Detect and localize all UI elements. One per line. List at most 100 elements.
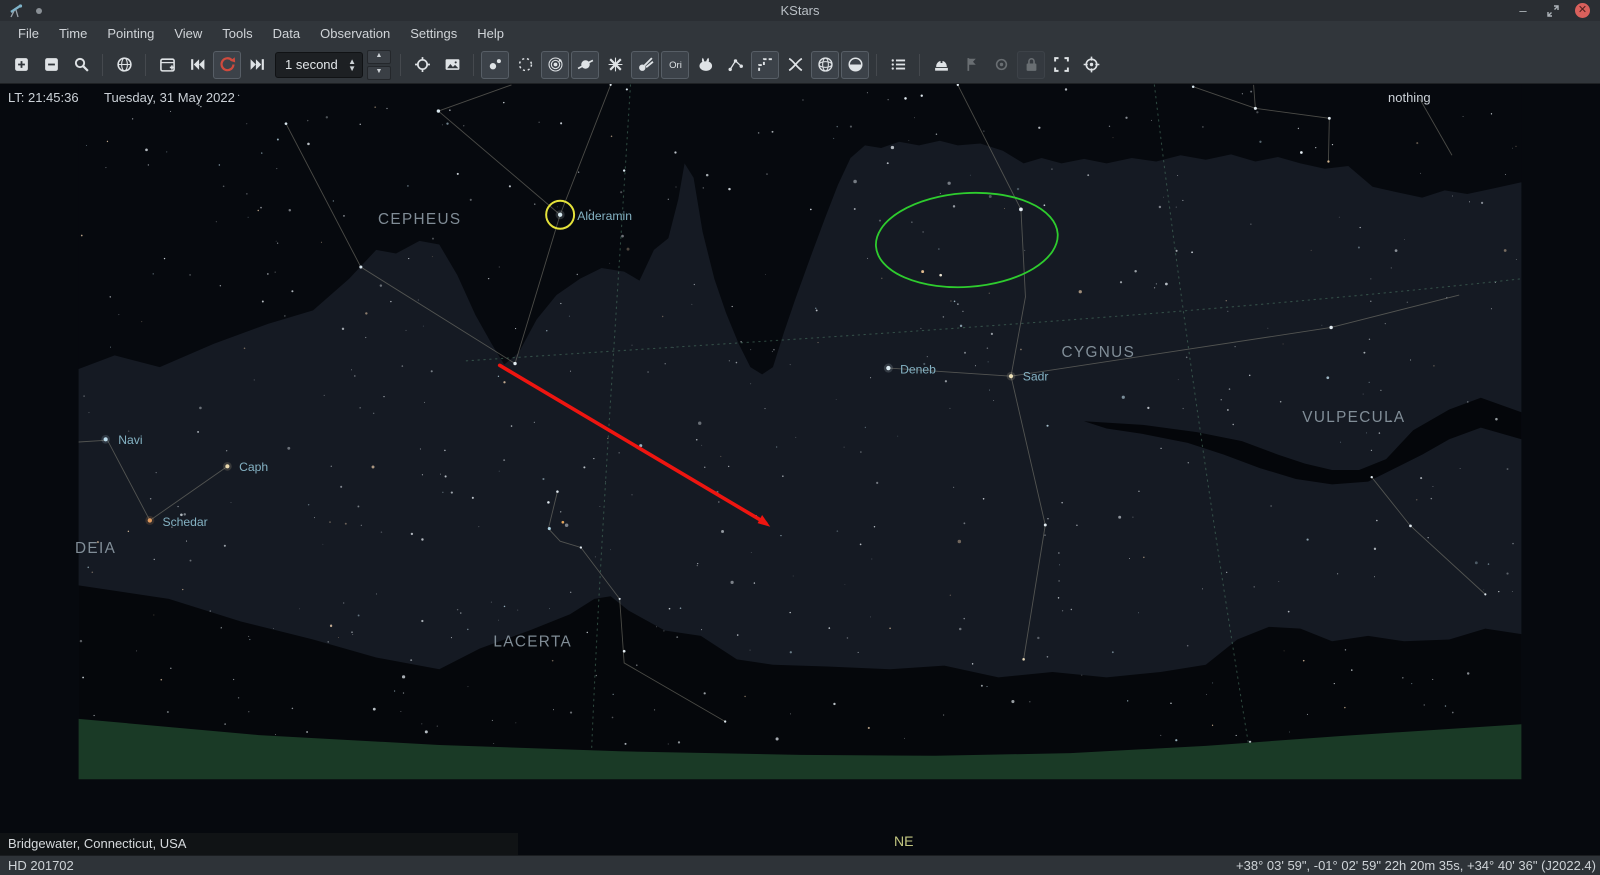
toggle-solar-system-button[interactable] [541, 51, 569, 79]
kstars-window: KStars – ✕ FileTimePointingViewToolsData… [0, 0, 1600, 875]
time-step-combobox[interactable]: 1 second▲▼ [275, 52, 363, 78]
geographic-location-button[interactable] [110, 51, 138, 79]
spinner-chevrons-icon[interactable]: ▲▼ [348, 58, 362, 72]
menu-settings[interactable]: Settings [400, 23, 467, 44]
constellation-label-lacerta: LACERTA [493, 634, 572, 651]
lock-icon [1023, 56, 1040, 73]
svg-text:Ori: Ori [669, 60, 682, 71]
toggle-eyepiece-view-button [987, 51, 1015, 79]
focus-info-readout: nothing [1388, 90, 1431, 105]
time-step-control: 1 second▲▼▲▼ [275, 50, 391, 80]
focus-position-button[interactable] [408, 51, 436, 79]
globe-icon [116, 56, 133, 73]
rewind-time-button[interactable] [183, 51, 211, 79]
rewind-icon [189, 56, 206, 73]
toolbar-separator [145, 54, 146, 76]
const-names-icon: Ori [667, 56, 684, 73]
const-art-icon [697, 56, 714, 73]
toggle-flags-button [957, 51, 985, 79]
telescope-target-icon [1083, 56, 1100, 73]
whats-interesting-button[interactable] [884, 51, 912, 79]
maximize-button[interactable] [1545, 3, 1561, 19]
menu-observation[interactable]: Observation [310, 23, 400, 44]
toolbar-separator [400, 54, 401, 76]
fullscreen-mode-button[interactable] [1047, 51, 1075, 79]
status-coordinates: +38° 03' 59", -01° 02' 59" 22h 20m 35s, … [1236, 858, 1600, 873]
advance-time-button[interactable] [243, 51, 271, 79]
forward-icon [249, 56, 266, 73]
menu-tools[interactable]: Tools [212, 23, 262, 44]
toggle-supernovae-button[interactable] [601, 51, 629, 79]
toggle-constellation-art-button[interactable] [691, 51, 719, 79]
set-time-button[interactable] [153, 51, 181, 79]
stop-clock-icon [219, 56, 236, 73]
comet-icon [637, 56, 654, 73]
status-bar: HD 201702 +38° 03' 59", -01° 02' 59" 22h… [0, 855, 1600, 875]
dome-icon [933, 56, 950, 73]
toolbar-separator [102, 54, 103, 76]
geographic-location-readout: Bridgewater, Connecticut, USA [0, 833, 518, 855]
toggle-constellation-boundaries-button[interactable] [751, 51, 779, 79]
menu-pointing[interactable]: Pointing [97, 23, 164, 44]
const-lines-icon [727, 56, 744, 73]
dso-icon [517, 56, 534, 73]
star-label-sadr: Sadr [1023, 370, 1049, 384]
toggle-deep-sky-objects-button[interactable] [511, 51, 539, 79]
local-time-readout: LT: 21:45:36 [8, 90, 79, 105]
constellation-label-vulpecula: VULPECULA [1302, 409, 1405, 426]
find-icon [73, 56, 90, 73]
toggle-constellation-names-button[interactable]: Ori [661, 51, 689, 79]
toggle-stars-button[interactable] [481, 51, 509, 79]
menu-view[interactable]: View [164, 23, 212, 44]
sky-canvas[interactable]: CEPHEUS CYGNUS VULPECULA LACERTA DEIA Alderam… [0, 84, 1600, 855]
toggle-milky-way-button[interactable] [781, 51, 809, 79]
stop-clock-button[interactable] [213, 51, 241, 79]
lock-telescope-button [1017, 51, 1045, 79]
eq-grid-icon [817, 56, 834, 73]
zoom-in-button[interactable] [7, 51, 35, 79]
menu-help[interactable]: Help [467, 23, 514, 44]
menu-data[interactable]: Data [263, 23, 310, 44]
constellation-label-cepheus: CEPHEUS [378, 211, 462, 228]
capture-image-button[interactable] [438, 51, 466, 79]
menu-time[interactable]: Time [49, 23, 97, 44]
zoom-out-icon [43, 56, 60, 73]
time-step-down-button[interactable]: ▼ [367, 66, 391, 80]
time-step-up-button[interactable]: ▲ [367, 50, 391, 64]
supernovae-icon [607, 56, 624, 73]
image-icon [444, 56, 461, 73]
menu-file[interactable]: File [8, 23, 49, 44]
fullscreen-icon [1053, 56, 1070, 73]
main-toolbar: 1 second▲▼▲▼Ori [0, 46, 1600, 84]
toggle-comets-button[interactable] [631, 51, 659, 79]
close-button[interactable]: ✕ [1575, 3, 1590, 18]
constellation-label-cassiopeia: DEIA [75, 540, 116, 557]
zoom-out-button[interactable] [37, 51, 65, 79]
flag-icon [963, 56, 980, 73]
star-label-navi: Navi [118, 433, 142, 447]
toggle-constellation-lines-button[interactable] [721, 51, 749, 79]
star-label-alderamin: Alderamin [577, 209, 632, 223]
stars-icon [487, 56, 504, 73]
window-title: KStars [0, 3, 1600, 18]
time-set-icon [159, 56, 176, 73]
constellation-label-cygnus: CYGNUS [1062, 344, 1136, 361]
toolbar-separator [876, 54, 877, 76]
date-readout: Tuesday, 31 May 2022 [104, 90, 235, 105]
toolbar-separator [919, 54, 920, 76]
minimize-button[interactable]: – [1515, 3, 1531, 19]
telescope-crosshair-button[interactable] [1077, 51, 1105, 79]
maximize-icon [1547, 5, 1559, 17]
eyepiece-icon [993, 56, 1010, 73]
toggle-ground-button[interactable] [841, 51, 869, 79]
ekos-observatory-button[interactable] [927, 51, 955, 79]
time-step-value: 1 second [276, 57, 348, 72]
toggle-coordinate-grid-button[interactable] [811, 51, 839, 79]
toolbar-separator [473, 54, 474, 76]
sky-map[interactable]: CEPHEUS CYGNUS VULPECULA LACERTA DEIA Alderam… [0, 84, 1600, 855]
toggle-planets-button[interactable] [571, 51, 599, 79]
find-object-button[interactable] [67, 51, 95, 79]
solar-system-icon [547, 56, 564, 73]
list-icon [890, 56, 907, 73]
title-bar: KStars – ✕ [0, 0, 1600, 21]
